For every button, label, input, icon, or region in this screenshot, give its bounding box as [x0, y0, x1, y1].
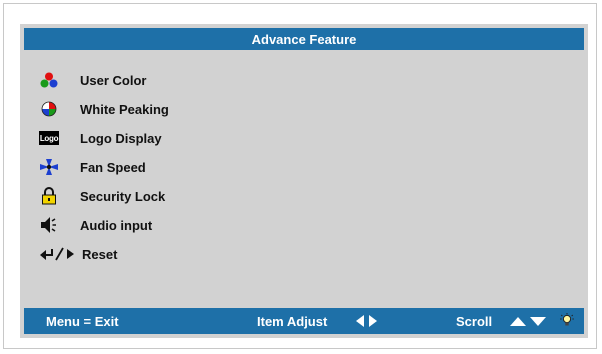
reset-icon — [38, 245, 78, 263]
osd-panel: Advance Feature User Color White Peaking… — [20, 24, 588, 338]
item-adjust-hint: Item Adjust — [257, 313, 328, 329]
menu-item-label: User Color — [80, 72, 147, 88]
menu-header: Advance Feature — [24, 28, 584, 50]
menu-item-fan-speed[interactable]: Fan Speed — [38, 156, 146, 178]
white-peaking-icon — [38, 100, 60, 118]
menu-footer: Menu = Exit Item Adjust Scroll — [24, 308, 584, 334]
security-lock-icon — [38, 187, 60, 205]
menu-item-label: Security Lock — [80, 188, 166, 204]
menu-item-user-color[interactable]: User Color — [38, 69, 146, 91]
menu-item-logo-display[interactable]: Logo Logo Display — [38, 127, 162, 149]
up-down-arrows-icon — [510, 308, 548, 334]
audio-input-icon — [38, 216, 60, 234]
bulb-icon — [560, 308, 574, 334]
left-right-arrows-icon — [354, 308, 380, 334]
screenshot-frame: Advance Feature User Color White Peaking… — [3, 3, 597, 349]
fan-speed-icon — [38, 158, 60, 176]
menu-item-audio-input[interactable]: Audio input — [38, 214, 152, 236]
menu-exit-hint: Menu = Exit — [46, 313, 119, 329]
menu-item-reset[interactable]: Reset — [38, 243, 117, 265]
menu-item-security-lock[interactable]: Security Lock — [38, 185, 165, 207]
menu-item-label: Logo Display — [80, 130, 162, 146]
logo-display-icon: Logo — [38, 129, 60, 147]
menu-title: Advance Feature — [251, 31, 357, 47]
user-color-icon — [38, 71, 60, 89]
menu-item-label: Reset — [82, 246, 118, 262]
menu-item-label: White Peaking — [80, 101, 169, 117]
menu-item-label: Fan Speed — [80, 159, 146, 175]
menu-item-white-peaking[interactable]: White Peaking — [38, 98, 169, 120]
menu-item-label: Audio input — [80, 217, 153, 233]
scroll-hint: Scroll — [456, 313, 493, 329]
